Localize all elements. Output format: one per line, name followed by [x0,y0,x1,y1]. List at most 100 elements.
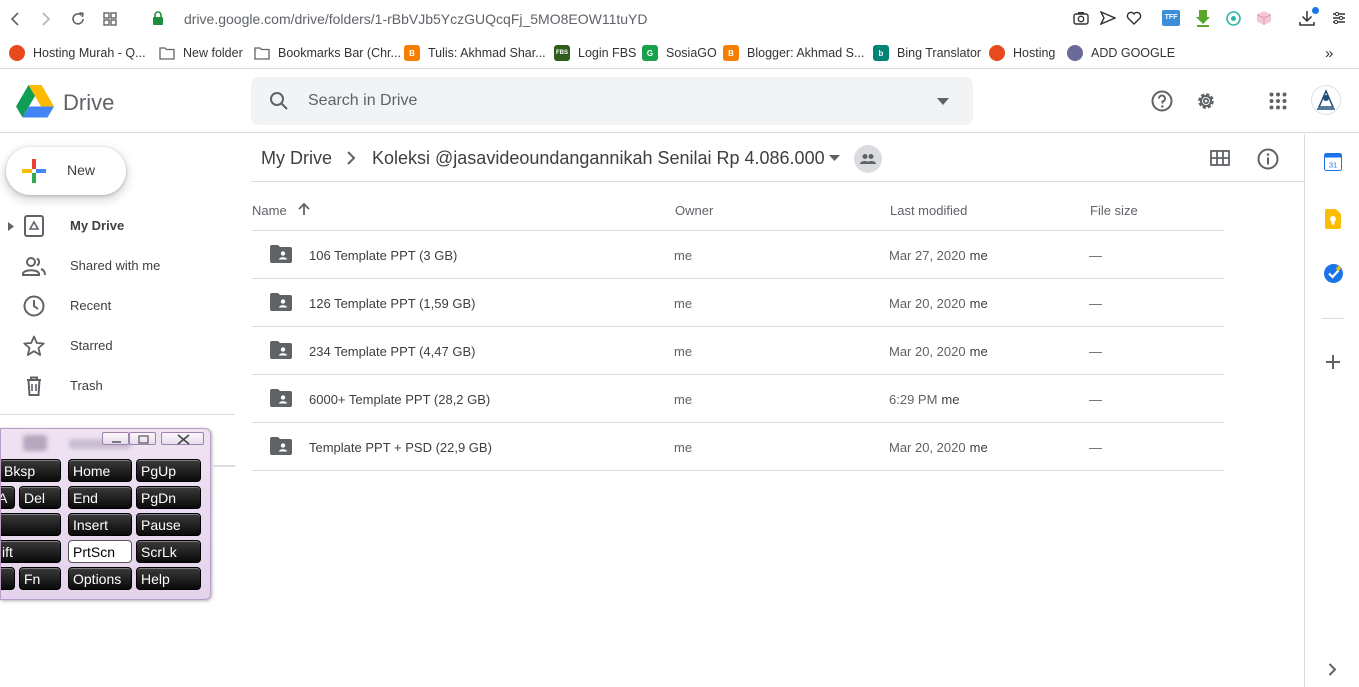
bookmark-label: Blogger: Akhmad S... [747,46,865,60]
help-icon[interactable] [1151,90,1173,112]
info-icon[interactable] [1257,148,1279,170]
column-owner[interactable]: Owner [675,203,713,218]
bookmark-item[interactable]: B Blogger: Akhmad S... [723,43,864,63]
chevron-down-icon[interactable] [829,155,840,161]
modified-by: me [941,392,960,407]
search-bar[interactable]: Search in Drive [251,77,973,125]
key-end[interactable]: End [68,486,132,509]
breadcrumb-root[interactable]: My Drive [261,148,332,169]
key-shift[interactable]: ift [1,540,61,563]
new-button[interactable]: New [6,147,126,195]
extension-cube-icon[interactable] [1256,10,1272,26]
sosiago-icon: G [642,45,658,61]
search-options-icon[interactable] [937,98,949,105]
bookmark-item[interactable]: B Tulis: Akhmad Shar... [404,43,546,63]
key-insert[interactable]: Insert [68,513,132,536]
shared-folder-icon [270,437,292,455]
keyboard-restore-button[interactable] [129,432,156,445]
key-prtscn[interactable]: PrtScn [68,540,132,563]
table-row[interactable]: 6000+ Template PPT (28,2 GB) me 6:29 PM m… [252,375,1224,423]
key-fn[interactable]: Fn [19,567,61,590]
grid-view-icon[interactable] [1210,150,1230,166]
add-addon-icon[interactable] [1326,355,1340,369]
key-pgup[interactable]: PgUp [136,459,201,482]
bookmark-label: Tulis: Akhmad Shar... [428,46,546,60]
bookmark-label: SosiaGO [666,46,717,60]
hosting-icon [9,45,25,61]
sort-arrow-up-icon[interactable] [298,202,310,216]
bookmark-item[interactable]: b Bing Translator [873,43,981,63]
extension-download-icon[interactable] [1195,9,1211,27]
reload-icon[interactable] [67,8,89,30]
bookmark-label: Hosting Murah - Q... [33,46,146,60]
send-icon[interactable] [1100,11,1116,25]
sidebar-item-shared[interactable]: Shared with me [0,250,235,282]
account-avatar[interactable] [1311,85,1341,115]
column-file-size[interactable]: File size [1090,203,1138,218]
bookmarks-overflow-button[interactable]: » [1325,43,1333,63]
plus-icon [22,159,46,183]
breadcrumb-current[interactable]: Koleksi @jasavideoundangannikah Senilai … [372,148,825,169]
file-modified: 6:29 PM me [889,392,959,407]
camera-icon[interactable] [1073,11,1089,25]
key-scrlk[interactable]: ScrLk [136,540,201,563]
expand-panel-icon[interactable] [1328,663,1337,676]
shared-folder-icon [270,245,292,263]
file-size: — [1089,440,1102,455]
extension-tff-icon[interactable]: TFF [1162,10,1180,26]
key-pause[interactable]: Pause [136,513,201,536]
column-last-modified[interactable]: Last modified [890,203,967,218]
browser-menu-icon[interactable] [1332,11,1346,25]
sidebar-item-starred[interactable]: Starred [0,330,235,362]
key-enter[interactable] [1,513,61,536]
bookmark-item[interactable]: FBS Login FBS [554,43,636,63]
file-modified: Mar 27, 2020 me [889,248,988,263]
key-home[interactable]: Home [68,459,132,482]
key-pgdn[interactable]: PgDn [136,486,201,509]
calendar-icon[interactable]: 31 [1324,153,1342,171]
keyboard-minimize-button[interactable] [102,432,129,445]
forward-icon[interactable] [35,8,57,30]
tasks-icon[interactable] [1324,264,1343,283]
back-icon[interactable] [4,8,26,30]
shared-folder-icon[interactable] [854,145,882,173]
expand-arrow-icon[interactable] [8,222,14,231]
sidebar-item-trash[interactable]: Trash [0,370,235,402]
keyboard-close-button[interactable] [161,432,204,445]
bookmark-label: Bookmarks Bar (Chr... [278,46,401,60]
modified-date: Mar 20, 2020 [889,296,966,311]
table-row[interactable]: 106 Template PPT (3 GB) me Mar 27, 2020 m… [252,231,1224,279]
bookmark-item[interactable]: Bookmarks Bar (Chr... [254,43,401,63]
bookmark-item[interactable]: New folder [159,43,243,63]
table-row[interactable]: 126 Template PPT (1,59 GB) me Mar 20, 20… [252,279,1224,327]
bookmark-item[interactable]: G SosiaGO [642,43,717,63]
bookmark-item[interactable]: Hosting Murah - Q... [9,43,146,63]
bookmark-label: Bing Translator [897,46,982,60]
settings-gear-icon[interactable] [1195,90,1217,112]
key-options[interactable]: Options [68,567,132,590]
search-input[interactable]: Search in Drive [308,92,417,110]
key-help[interactable]: Help [136,567,201,590]
sidebar-item-my-drive[interactable]: My Drive [0,210,235,242]
bookmark-item[interactable]: Hosting [989,43,1055,63]
modified-date: Mar 27, 2020 [889,248,966,263]
extension-circle-icon[interactable] [1226,11,1241,26]
star-icon [22,334,46,358]
apps-grid-icon[interactable] [1269,92,1287,110]
bookmark-item[interactable]: ADD GOOGLE [1067,43,1175,63]
tabs-grid-icon[interactable] [99,8,121,30]
table-row[interactable]: 234 Template PPT (4,47 GB) me Mar 20, 20… [252,327,1224,375]
on-screen-keyboard: Bksp Home PgUp A Del End PgDn Insert Pau… [0,428,211,600]
heart-icon[interactable] [1126,11,1142,25]
key-bksp[interactable]: Bksp [1,459,61,482]
sidebar-item-recent[interactable]: Recent [0,290,235,322]
key-partial[interactable] [1,567,15,590]
drive-logo-icon[interactable] [16,84,54,118]
search-icon[interactable] [269,91,289,111]
address-bar[interactable]: drive.google.com/drive/folders/1-rBbVJb5… [184,11,648,27]
key-a[interactable]: A [1,486,15,509]
column-name[interactable]: Name [252,203,287,218]
table-row[interactable]: Template PPT + PSD (22,9 GB) me Mar 20, … [252,423,1224,471]
keep-icon[interactable] [1325,209,1341,229]
key-del[interactable]: Del [19,486,61,509]
